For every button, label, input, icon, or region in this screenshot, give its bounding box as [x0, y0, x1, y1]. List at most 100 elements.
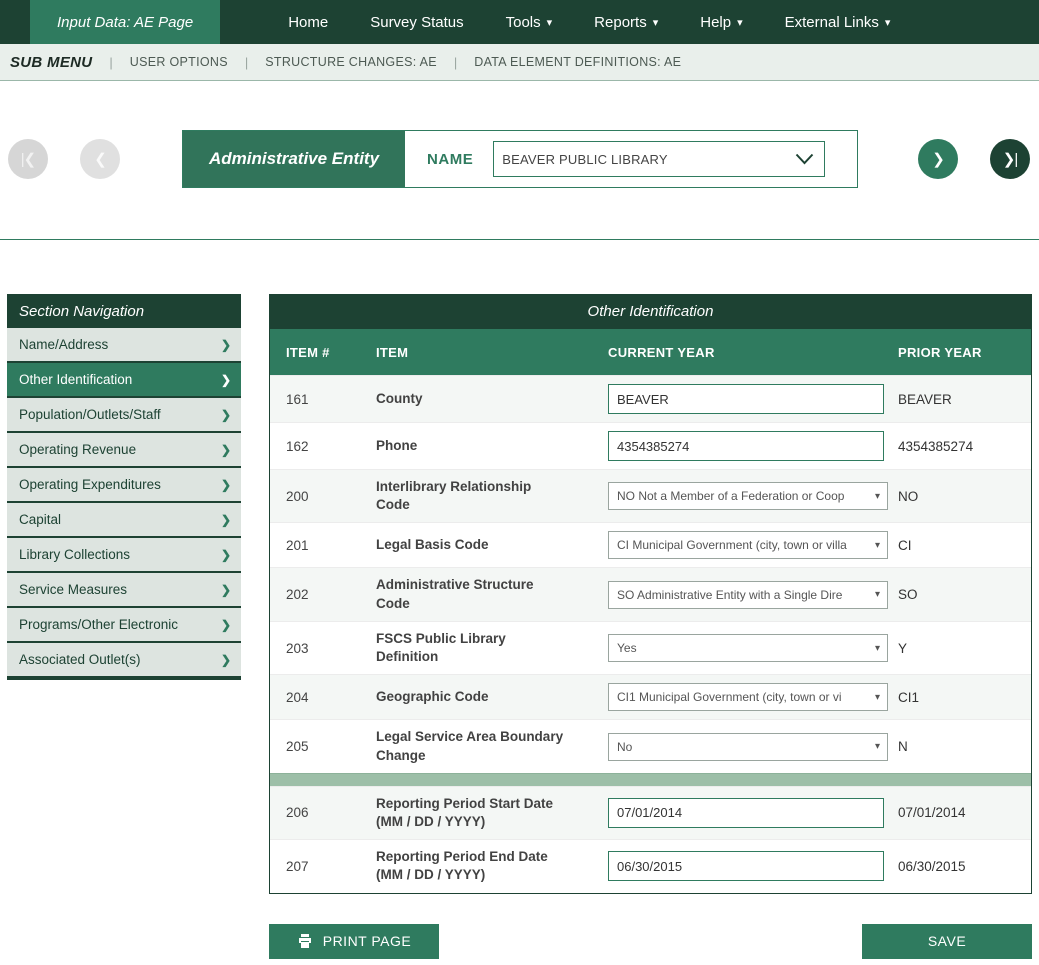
- page-title: Input Data: AE Page: [30, 0, 220, 44]
- entity-name-select[interactable]: BEAVER PUBLIC LIBRARY: [493, 141, 825, 177]
- current-year-select-205[interactable]: No ▾: [608, 733, 888, 761]
- item-label: Reporting Period End Date (MM / DD / YYY…: [360, 840, 592, 892]
- item-number: 204: [270, 682, 360, 713]
- sidebar-item-name-address[interactable]: Name/Address ❯: [7, 328, 241, 363]
- table-row: 200 Interlibrary Relationship Code NO No…: [270, 469, 1031, 522]
- nav-item-label: Reports: [594, 14, 647, 31]
- chevron-right-icon: ❯: [221, 478, 231, 492]
- sub-menu-bar: SUB MENU | USER OPTIONS | STRUCTURE CHAN…: [0, 44, 1039, 81]
- divider-pipe: |: [109, 55, 112, 70]
- save-button[interactable]: SAVE: [862, 924, 1032, 959]
- table-row: 207 Reporting Period End Date (MM / DD /…: [270, 839, 1031, 892]
- dropdown-arrow-icon: ▾: [875, 491, 880, 502]
- sidebar-item-label: Other Identification: [19, 372, 132, 387]
- sidebar-item-operating-expenditures[interactable]: Operating Expenditures ❯: [7, 468, 241, 503]
- item-label: Legal Service Area Boundary Change: [360, 720, 592, 772]
- main-nav: Home Survey Status Tools ▾ Reports ▾ Hel…: [288, 0, 890, 44]
- item-label: FSCS Public Library Definition: [360, 622, 592, 674]
- nav-item-label: External Links: [785, 14, 879, 31]
- sidebar-item-label: Library Collections: [19, 547, 130, 562]
- table-column: Other Identification ITEM # ITEM CURRENT…: [269, 294, 1032, 959]
- sidebar-item-label: Programs/Other Electronic: [19, 617, 178, 632]
- chevron-right-icon: ❯: [221, 513, 231, 527]
- entity-selector-row: |❮ ❮ Administrative Entity NAME BEAVER P…: [8, 127, 1031, 191]
- sidebar-item-other-identification[interactable]: Other Identification ❯: [7, 363, 241, 398]
- item-label: Reporting Period Start Date (MM / DD / Y…: [360, 787, 592, 839]
- table-row: 205 Legal Service Area Boundary Change N…: [270, 719, 1031, 772]
- current-year-select-201[interactable]: CI Municipal Government (city, town or v…: [608, 531, 888, 559]
- chevron-right-icon: ❯: [221, 618, 231, 632]
- column-header-item: ITEM: [360, 345, 592, 360]
- dropdown-arrow-icon: ▾: [875, 692, 880, 703]
- prior-year-value: 07/01/2014: [882, 797, 1031, 828]
- item-label: Phone: [360, 429, 592, 463]
- print-page-button[interactable]: PRINT PAGE: [269, 924, 439, 959]
- sidebar-item-label: Service Measures: [19, 582, 127, 597]
- last-record-button[interactable]: ❯|: [990, 139, 1030, 179]
- chevron-right-icon: ❯: [221, 548, 231, 562]
- sidebar-item-associated-outlets[interactable]: Associated Outlet(s) ❯: [7, 643, 241, 678]
- prior-year-value: CI1: [882, 682, 1031, 713]
- chevron-left-icon: ❮: [94, 150, 106, 168]
- column-header-current-year: CURRENT YEAR: [592, 345, 882, 360]
- item-number: 207: [270, 851, 360, 882]
- prior-year-value: SO: [882, 579, 1031, 610]
- current-year-select-202[interactable]: SO Administrative Entity with a Single D…: [608, 581, 888, 609]
- sidebar-item-operating-revenue[interactable]: Operating Revenue ❯: [7, 433, 241, 468]
- chevron-right-icon: ❯: [221, 373, 231, 387]
- chevron-right-icon: ❯: [221, 583, 231, 597]
- section-navigation: Section Navigation Name/Address ❯ Other …: [7, 294, 241, 680]
- item-number: 200: [270, 481, 360, 512]
- submenu-item-data-element-definitions[interactable]: DATA ELEMENT DEFINITIONS: AE: [474, 55, 681, 69]
- select-value: Yes: [617, 641, 637, 655]
- chevron-right-icon: ❯: [221, 443, 231, 457]
- current-year-select-200[interactable]: NO Not a Member of a Federation or Coop …: [608, 482, 888, 510]
- current-year-input-162[interactable]: [608, 431, 884, 461]
- prior-year-value: NO: [882, 481, 1031, 512]
- last-record-icon: ❯|: [1003, 150, 1017, 168]
- divider-pipe: |: [454, 55, 457, 70]
- action-buttons-row: PRINT PAGE SAVE: [269, 924, 1032, 959]
- nav-item-survey-status[interactable]: Survey Status: [370, 14, 463, 31]
- item-label: Legal Basis Code: [360, 528, 592, 562]
- sidebar-item-population-outlets-staff[interactable]: Population/Outlets/Staff ❯: [7, 398, 241, 433]
- table-row: 204 Geographic Code CI1 Municipal Govern…: [270, 674, 1031, 719]
- prior-year-value: 06/30/2015: [882, 851, 1031, 882]
- dropdown-arrow-icon: ▾: [875, 643, 880, 654]
- current-year-input-161[interactable]: [608, 384, 884, 414]
- submenu-item-user-options[interactable]: USER OPTIONS: [130, 55, 228, 69]
- select-value: CI Municipal Government (city, town or v…: [617, 538, 847, 552]
- chevron-right-icon: ❯: [221, 653, 231, 667]
- nav-item-home[interactable]: Home: [288, 14, 328, 31]
- sidebar-item-programs-other-electronic[interactable]: Programs/Other Electronic ❯: [7, 608, 241, 643]
- current-year-input-207[interactable]: [608, 851, 884, 881]
- nav-item-external-links[interactable]: External Links ▾: [785, 14, 891, 31]
- next-record-button[interactable]: ❯: [918, 139, 958, 179]
- nav-item-reports[interactable]: Reports ▾: [594, 14, 658, 31]
- current-year-select-203[interactable]: Yes ▾: [608, 634, 888, 662]
- current-year-input-206[interactable]: [608, 798, 884, 828]
- horizontal-divider: [0, 239, 1039, 240]
- item-number: 161: [270, 384, 360, 415]
- previous-record-button[interactable]: ❮: [80, 139, 120, 179]
- chevron-right-icon: ❯: [221, 338, 231, 352]
- current-year-select-204[interactable]: CI1 Municipal Government (city, town or …: [608, 683, 888, 711]
- nav-item-label: Tools: [506, 14, 541, 31]
- first-record-button[interactable]: |❮: [8, 139, 48, 179]
- table-row: 162 Phone 4354385274: [270, 422, 1031, 469]
- table-title: Other Identification: [270, 295, 1031, 329]
- entity-name-box: Administrative Entity NAME BEAVER PUBLIC…: [182, 130, 858, 188]
- nav-item-help[interactable]: Help ▾: [700, 14, 742, 31]
- prior-year-value: Y: [882, 633, 1031, 664]
- nav-item-tools[interactable]: Tools ▾: [506, 14, 553, 31]
- submenu-item-structure-changes[interactable]: STRUCTURE CHANGES: AE: [265, 55, 437, 69]
- item-label: Geographic Code: [360, 680, 592, 714]
- nav-item-label: Help: [700, 14, 731, 31]
- sidebar-item-library-collections[interactable]: Library Collections ❯: [7, 538, 241, 573]
- sidebar-item-label: Population/Outlets/Staff: [19, 407, 161, 422]
- name-field-label: NAME: [427, 151, 473, 168]
- sidebar-item-capital[interactable]: Capital ❯: [7, 503, 241, 538]
- sidebar-item-service-measures[interactable]: Service Measures ❯: [7, 573, 241, 608]
- dropdown-arrow-icon: ▾: [875, 589, 880, 600]
- caret-down-icon: ▾: [547, 18, 553, 29]
